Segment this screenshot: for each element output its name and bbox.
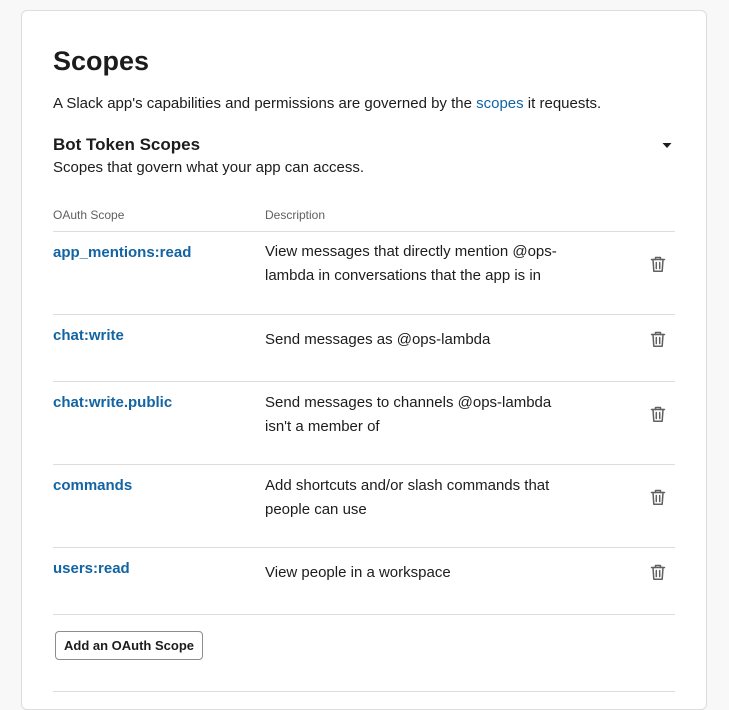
column-header-description: Description <box>265 208 326 222</box>
scope-description-line: people can use <box>265 501 367 518</box>
scopes-intro: A Slack app's capabilities and permissio… <box>53 94 601 114</box>
add-oauth-scope-button[interactable]: Add an OAuth Scope <box>55 631 203 660</box>
section-divider <box>53 691 675 692</box>
bot-token-scopes-subtitle: Scopes that govern what your app can acc… <box>53 159 365 176</box>
trash-icon[interactable] <box>648 487 668 507</box>
scope-description-line: View people in a workspace <box>265 564 451 581</box>
scope-description: Add shortcuts and/or slash commands that… <box>265 474 595 522</box>
scope-name[interactable]: commands <box>53 476 132 496</box>
trash-icon[interactable] <box>648 254 668 274</box>
scope-description-line: Send messages as @ops-lambda <box>265 331 491 348</box>
scope-description-line: View messages that directly mention @ops… <box>265 243 557 260</box>
table-divider <box>53 314 675 315</box>
scopes-card: Scopes A Slack app's capabilities and pe… <box>21 10 707 710</box>
scope-description-line: Add shortcuts and/or slash commands that <box>265 477 550 494</box>
scope-name[interactable]: chat:write.public <box>53 393 172 413</box>
scope-description-line: isn't a member of <box>265 418 380 435</box>
scope-description: View people in a workspace <box>265 561 595 585</box>
scope-name[interactable]: users:read <box>53 559 130 579</box>
table-divider <box>53 547 675 548</box>
scope-description: Send messages as @ops-lambda <box>265 328 595 352</box>
page-title: Scopes <box>53 46 150 76</box>
intro-text-before: A Slack app's capabilities and permissio… <box>53 95 477 112</box>
trash-icon[interactable] <box>648 404 668 424</box>
scope-name[interactable]: app_mentions:read <box>53 243 191 263</box>
bot-token-scopes-heading: Bot Token Scopes <box>53 135 201 154</box>
table-divider <box>53 231 675 232</box>
intro-text-after: it requests. <box>523 95 602 112</box>
column-header-oauth-scope: OAuth Scope <box>53 208 125 222</box>
scope-description: Send messages to channels @ops-lambda is… <box>265 391 595 439</box>
caret-down-icon[interactable] <box>659 137 675 153</box>
table-divider <box>53 464 675 465</box>
scopes-link[interactable]: scopes <box>476 95 524 112</box>
scope-description: View messages that directly mention @ops… <box>265 240 595 288</box>
scope-description-line: lambda in conversations that the app is … <box>265 267 541 284</box>
scope-name[interactable]: chat:write <box>53 326 124 346</box>
table-divider <box>53 614 675 615</box>
scope-description-line: Send messages to channels @ops-lambda <box>265 394 552 411</box>
table-divider <box>53 381 675 382</box>
trash-icon[interactable] <box>648 562 668 582</box>
trash-icon[interactable] <box>648 329 668 349</box>
